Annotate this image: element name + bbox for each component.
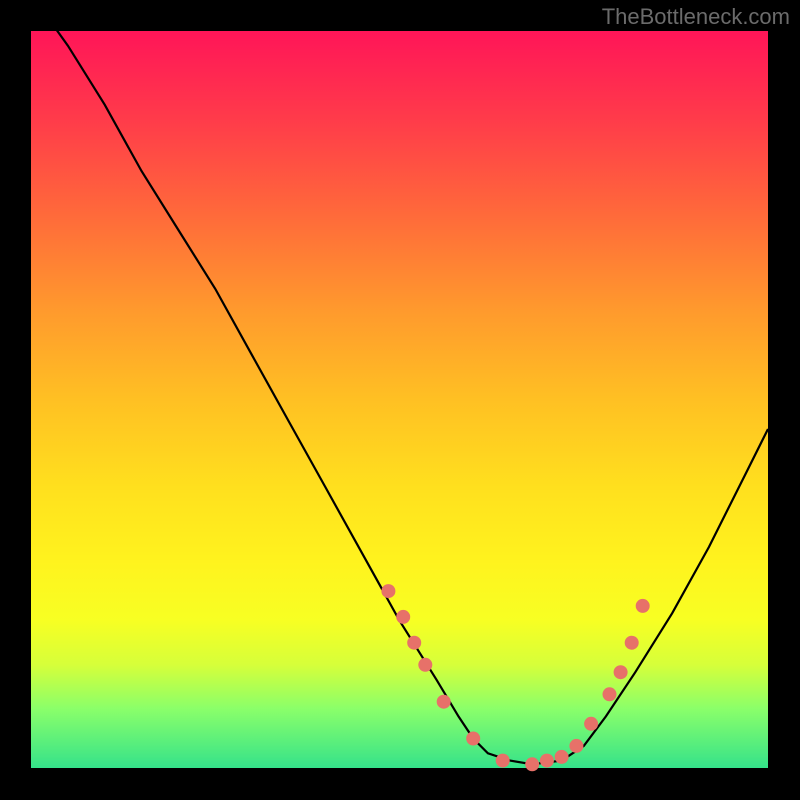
curve-marker (396, 610, 410, 624)
chart-svg (31, 31, 768, 768)
curve-marker (614, 665, 628, 679)
curve-marker (603, 687, 617, 701)
curve-marker (555, 750, 569, 764)
curve-marker (636, 599, 650, 613)
curve-marker (407, 636, 421, 650)
curve-marker (569, 739, 583, 753)
curve-markers (381, 584, 649, 771)
curve-marker (437, 695, 451, 709)
curve-marker (525, 757, 539, 771)
curve-marker (625, 636, 639, 650)
curve-marker (466, 732, 480, 746)
curve-marker (496, 754, 510, 768)
curve-marker (381, 584, 395, 598)
curve-marker (584, 717, 598, 731)
curve-marker (418, 658, 432, 672)
watermark-text: TheBottleneck.com (602, 4, 790, 30)
bottleneck-curve (31, 0, 768, 764)
curve-marker (540, 754, 554, 768)
